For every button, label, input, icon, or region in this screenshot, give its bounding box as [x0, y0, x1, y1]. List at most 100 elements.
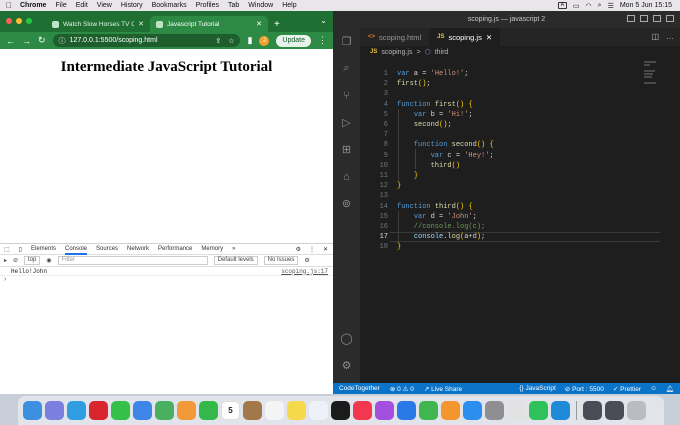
- live-share-status[interactable]: ↗ Live Share: [424, 385, 462, 393]
- search-icon[interactable]: ⌕: [333, 55, 360, 82]
- code-line[interactable]: var c = 'Hey!';: [397, 151, 494, 161]
- photos-icon[interactable]: [177, 401, 196, 420]
- code-line[interactable]: function third() {: [397, 202, 473, 212]
- breadcrumb-file[interactable]: scoping.js: [381, 49, 412, 56]
- menubar-app-name[interactable]: Chrome: [20, 2, 46, 9]
- close-tab-icon[interactable]: ✕: [256, 20, 262, 28]
- battery-icon[interactable]: ▭: [573, 2, 580, 10]
- breadcrumb-symbol[interactable]: third: [435, 49, 449, 56]
- devtools-menu-icon[interactable]: ⋮: [309, 246, 315, 253]
- customize-layout-icon[interactable]: [666, 15, 674, 22]
- explorer-icon[interactable]: ❐: [333, 28, 360, 55]
- code-line[interactable]: //console.log(c);: [397, 222, 485, 232]
- toggle-secondary-sidebar-icon[interactable]: [653, 15, 661, 22]
- window-thumb-icon-2[interactable]: [605, 401, 624, 420]
- more-actions-icon[interactable]: …: [666, 32, 674, 42]
- issues-button[interactable]: No Issues: [263, 256, 299, 265]
- code-line[interactable]: var d = 'John';: [397, 212, 477, 222]
- appletv-icon[interactable]: [331, 401, 350, 420]
- console-sidebar-icon[interactable]: ▸: [4, 257, 7, 264]
- podcasts-icon[interactable]: [375, 401, 394, 420]
- accounts-icon[interactable]: ◯: [333, 325, 360, 352]
- problems-status[interactable]: ⊗ 0 ⚠ 0: [390, 385, 414, 393]
- update-button[interactable]: Update: [276, 34, 311, 47]
- devtools-inspect-icon[interactable]: ⬚: [4, 246, 10, 253]
- chrome-icon[interactable]: [507, 401, 526, 420]
- menubar-item-view[interactable]: View: [97, 2, 112, 9]
- minimize-window-button[interactable]: [16, 18, 22, 24]
- tab-search-icon[interactable]: ⌄: [320, 16, 327, 25]
- profile-avatar[interactable]: J: [259, 35, 270, 46]
- code-line[interactable]: }: [397, 242, 401, 252]
- code-line[interactable]: }: [397, 171, 418, 181]
- devtools-close-icon[interactable]: ✕: [323, 246, 328, 253]
- browser-tab-active[interactable]: Javascript Tutorial ✕: [150, 16, 268, 32]
- tab-network[interactable]: Network: [127, 246, 149, 252]
- control-center-icon[interactable]: ☰: [608, 2, 614, 10]
- whatsapp-icon[interactable]: [529, 401, 548, 420]
- run-debug-icon[interactable]: ▷: [333, 109, 360, 136]
- reload-icon[interactable]: ↻: [38, 35, 46, 46]
- messages-icon[interactable]: [111, 401, 130, 420]
- code-line[interactable]: var b = 'Hi!';: [397, 110, 473, 120]
- language-mode[interactable]: {} JavaScript: [519, 385, 556, 393]
- calendar-icon[interactable]: 5: [221, 401, 240, 420]
- pages-icon[interactable]: [441, 401, 460, 420]
- notes-icon[interactable]: [287, 401, 306, 420]
- new-tab-button[interactable]: +: [274, 19, 280, 30]
- side-panel-icon[interactable]: ▮: [247, 35, 252, 46]
- wifi-icon[interactable]: ◠: [586, 2, 592, 10]
- opera-icon[interactable]: [89, 401, 108, 420]
- notifications-icon[interactable]: 🔔︎: [666, 385, 674, 393]
- split-editor-icon[interactable]: ◫: [651, 32, 659, 42]
- appstore-icon[interactable]: [463, 401, 482, 420]
- menubar-item-history[interactable]: History: [121, 2, 143, 9]
- mail-icon[interactable]: [133, 401, 152, 420]
- editor-tab-html[interactable]: <> scoping.html: [360, 28, 429, 46]
- bookmark-star-icon[interactable]: ☆: [228, 37, 234, 45]
- code-editor[interactable]: 1 var a = 'Hello!'; 2 first(); 3 4 function fi…: [360, 59, 660, 383]
- console-source-link[interactable]: scoping.js:17: [281, 268, 328, 275]
- toggle-sidebar-icon[interactable]: [627, 15, 635, 22]
- more-menu-icon[interactable]: ⋮: [318, 35, 327, 46]
- prettier-status[interactable]: ✓ Prettier: [613, 385, 641, 393]
- safari-icon[interactable]: [67, 401, 86, 420]
- window-thumb-icon[interactable]: [583, 401, 602, 420]
- zoom-window-button[interactable]: [26, 18, 32, 24]
- menubar-item-bookmarks[interactable]: Bookmarks: [152, 2, 187, 9]
- input-source-icon[interactable]: A: [557, 2, 567, 9]
- close-tab-icon[interactable]: ✕: [486, 33, 492, 42]
- remote-explorer-icon[interactable]: ⌂: [333, 163, 360, 190]
- music-icon[interactable]: [353, 401, 372, 420]
- site-info-icon[interactable]: ⓘ: [59, 36, 66, 46]
- spotlight-icon[interactable]: ⌕: [598, 2, 602, 10]
- keynote-icon[interactable]: [397, 401, 416, 420]
- code-line[interactable]: var a = 'Hello!';: [397, 69, 468, 79]
- forward-icon[interactable]: →: [22, 36, 31, 46]
- code-line[interactable]: console.log(a+d);: [397, 232, 485, 242]
- tab-performance[interactable]: Performance: [158, 246, 192, 252]
- apple-icon[interactable]: : [6, 1, 12, 10]
- freeform-icon[interactable]: [309, 401, 328, 420]
- browser-tab[interactable]: Watch Slow Horses TV Online ✕: [46, 16, 150, 32]
- trash-icon[interactable]: [627, 401, 646, 420]
- codetogether-status[interactable]: CodeTogether: [339, 385, 380, 392]
- toggle-panel-icon[interactable]: [640, 15, 648, 22]
- manage-gear-icon[interactable]: ⚙: [333, 352, 360, 379]
- minimap[interactable]: [644, 61, 660, 85]
- codetogether-icon[interactable]: ⊚: [333, 190, 360, 217]
- console-prompt[interactable]: ›: [0, 276, 333, 283]
- console-settings-icon[interactable]: ⚙: [304, 257, 309, 264]
- tab-elements[interactable]: Elements: [31, 246, 56, 252]
- devtools-device-icon[interactable]: ▯: [19, 246, 22, 253]
- context-select[interactable]: top: [24, 256, 41, 265]
- back-icon[interactable]: ←: [6, 36, 15, 46]
- maps-icon[interactable]: [155, 401, 174, 420]
- code-line[interactable]: first();: [397, 79, 431, 89]
- facetime-icon[interactable]: [199, 401, 218, 420]
- code-line[interactable]: second();: [397, 120, 452, 130]
- live-expression-icon[interactable]: ◉: [46, 257, 51, 264]
- vscode-icon[interactable]: [551, 401, 570, 420]
- menubar-item-help[interactable]: Help: [282, 2, 296, 9]
- tab-sources[interactable]: Sources: [96, 246, 118, 252]
